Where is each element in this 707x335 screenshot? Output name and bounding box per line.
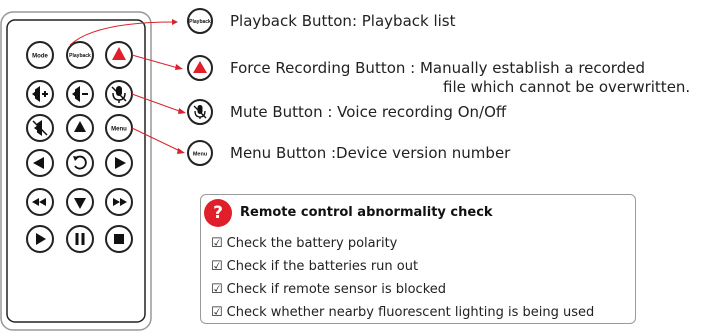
- mute-callout-text: Mute Button : Voice recording On/Off: [230, 103, 507, 121]
- fast-forward-button[interactable]: [105, 188, 133, 216]
- up-button[interactable]: [66, 114, 94, 142]
- playback-button-label: Playback: [69, 53, 91, 59]
- callout-arrowheads: [172, 19, 186, 154]
- question-icon: ?: [204, 199, 232, 227]
- check-item: ☑ Check the battery polarity: [211, 236, 397, 251]
- playback-button[interactable]: Playback: [66, 41, 94, 69]
- checkbox-icon: ☑: [211, 236, 223, 251]
- mute-callout-badge: [187, 99, 213, 125]
- check-item-text: Check if the batteries run out: [226, 259, 419, 274]
- playback-badge-label: Playback: [189, 19, 211, 25]
- force-callout-text-line2: file which cannot be overwritten.: [443, 78, 691, 96]
- left-button[interactable]: [26, 149, 54, 177]
- play-button[interactable]: [26, 225, 54, 253]
- volume-up-button[interactable]: [26, 80, 54, 108]
- stop-icon: [114, 234, 124, 244]
- volume-down-button[interactable]: [66, 80, 94, 108]
- checkbox-icon: ☑: [211, 305, 223, 320]
- force-callout-text-line1: Force Recording Button : Manually establ…: [230, 59, 645, 77]
- speaker-mute-button[interactable]: [26, 114, 54, 142]
- menu-button-label: Menu: [111, 127, 127, 133]
- menu-badge-label: Menu: [193, 152, 207, 158]
- menu-button[interactable]: Menu: [105, 114, 133, 142]
- check-item: ☑ Check if remote sensor is blocked: [211, 282, 446, 297]
- menu-callout-badge: Menu: [187, 140, 213, 166]
- check-item-text: Check if remote sensor is blocked: [226, 282, 447, 297]
- mute-button[interactable]: [105, 80, 133, 108]
- playback-callout-text: Playback Button: Playback list: [230, 12, 456, 30]
- stop-button[interactable]: [105, 225, 133, 253]
- down-button[interactable]: [66, 188, 94, 216]
- right-button[interactable]: [105, 149, 133, 177]
- force-callout-badge: [187, 55, 213, 81]
- mode-button-label: Mode: [32, 54, 48, 60]
- rewind-button[interactable]: [26, 188, 54, 216]
- check-item-text: Check the battery polarity: [226, 236, 398, 251]
- check-item-text: Check whether nearby fluorescent lightin…: [226, 305, 595, 320]
- abnormality-check-title: Remote control abnormality check: [240, 205, 493, 220]
- force-recording-button[interactable]: [105, 41, 133, 69]
- menu-callout-text: Menu Button :Device version number: [230, 144, 511, 162]
- check-item: ☑ Check if the batteries run out: [211, 259, 418, 274]
- check-item: ☑ Check whether nearby fluorescent lighti…: [211, 305, 594, 320]
- playback-callout-badge: Playback: [187, 8, 213, 34]
- checkbox-icon: ☑: [211, 259, 223, 274]
- return-button[interactable]: [66, 149, 94, 177]
- pause-button[interactable]: [66, 225, 94, 253]
- checkbox-icon: ☑: [211, 282, 223, 297]
- mode-button[interactable]: Mode: [26, 41, 54, 69]
